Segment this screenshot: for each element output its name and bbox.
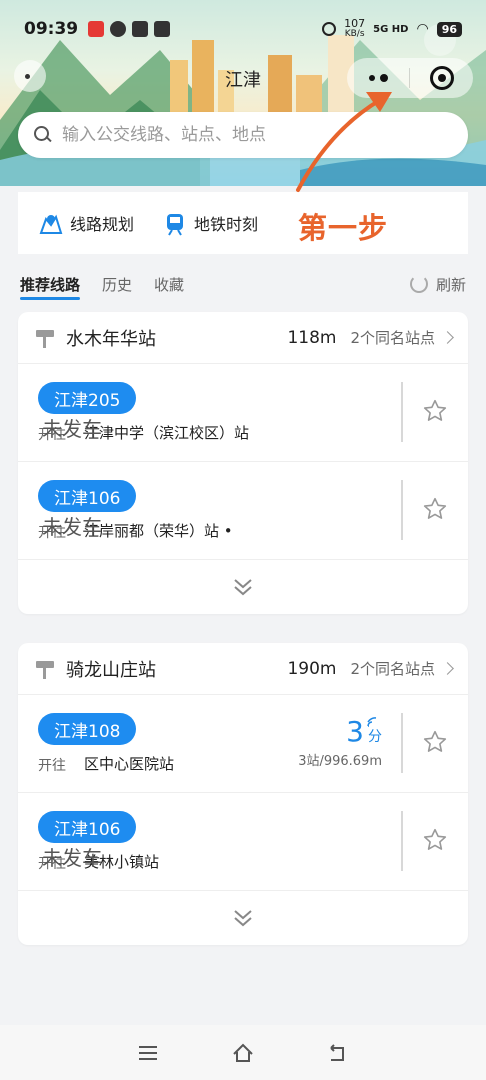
chevron-down-icon bbox=[234, 579, 252, 596]
tab-bar: 推荐线路 历史 收藏 刷新 bbox=[0, 262, 486, 306]
chevron-down-icon bbox=[234, 910, 252, 927]
favorite-star-icon[interactable] bbox=[422, 827, 448, 857]
tab-recommended[interactable]: 推荐线路 bbox=[20, 262, 81, 306]
refresh-icon bbox=[409, 275, 428, 293]
same-name-stations: 2个同名站点 bbox=[350, 660, 435, 678]
line-badge: 江津108 bbox=[38, 713, 137, 745]
bus-stop-icon bbox=[36, 328, 54, 348]
destination: 区中心医院站 bbox=[84, 755, 175, 773]
station-distance: 190m bbox=[287, 658, 337, 679]
refresh-label: 刷新 bbox=[435, 275, 466, 294]
eta-detail: 3站/996.69m bbox=[298, 754, 382, 769]
annotation-arrow bbox=[296, 92, 392, 192]
arrival-eta: 3分 3站/996.69m bbox=[298, 715, 382, 769]
refresh-button[interactable]: 刷新 bbox=[409, 274, 466, 295]
expand-button[interactable] bbox=[18, 891, 468, 945]
tab-favorites[interactable]: 收藏 bbox=[154, 262, 184, 306]
station-card: 骑龙山庄站 190m 2个同名站点 江津108 开往 区中心医院站 3分 3站/… bbox=[18, 643, 468, 945]
annotation-step-label: 第一步 bbox=[298, 211, 389, 245]
home-icon[interactable] bbox=[230, 1040, 256, 1066]
favorite-star-icon[interactable] bbox=[422, 398, 448, 428]
direction-label: 开往 bbox=[38, 758, 66, 774]
favorite-star-icon[interactable] bbox=[422, 729, 448, 759]
station-name: 骑龙山庄站 bbox=[66, 659, 156, 681]
chevron-right-icon bbox=[441, 662, 454, 675]
chevron-right-icon bbox=[441, 331, 454, 344]
station-card: 水木年华站 118m 2个同名站点 江津205 开往 江津中学（滨江校区）站 未… bbox=[18, 312, 468, 614]
realtime-signal-icon bbox=[366, 713, 378, 727]
same-name-stations: 2个同名站点 bbox=[350, 329, 435, 347]
route-row[interactable]: 江津205 开往 江津中学（滨江校区）站 未发车 bbox=[18, 364, 468, 462]
menu-icon[interactable] bbox=[135, 1040, 161, 1066]
back-nav-icon[interactable] bbox=[325, 1040, 351, 1066]
favorite-star-icon[interactable] bbox=[422, 496, 448, 526]
station-name: 水木年华站 bbox=[66, 328, 156, 350]
route-row[interactable]: 江津108 开往 区中心医院站 3分 3站/996.69m bbox=[18, 695, 468, 793]
system-nav-bar bbox=[0, 1025, 486, 1080]
eta-unit: 分 bbox=[368, 729, 382, 745]
expand-button[interactable] bbox=[18, 560, 468, 614]
bus-stop-icon bbox=[36, 659, 54, 679]
station-header[interactable]: 骑龙山庄站 190m 2个同名站点 bbox=[18, 643, 468, 695]
eta-minutes: 3 bbox=[346, 715, 364, 748]
station-distance: 118m bbox=[287, 327, 337, 348]
route-row[interactable]: 江津106 开往 江岸丽都（荣华）站 • 未发车 bbox=[18, 462, 468, 560]
tab-history[interactable]: 历史 bbox=[102, 262, 132, 306]
station-header[interactable]: 水木年华站 118m 2个同名站点 bbox=[18, 312, 468, 364]
route-row[interactable]: 江津106 开往 美林小镇站 未发车 bbox=[18, 793, 468, 891]
